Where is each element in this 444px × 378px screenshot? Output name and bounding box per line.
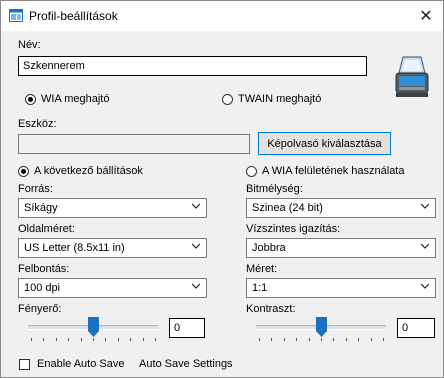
slider-tick: [333, 338, 334, 341]
wia-driver-radio[interactable]: WIA meghajtó: [25, 93, 109, 105]
auto-save-settings-link[interactable]: Auto Save Settings: [139, 358, 233, 370]
slider-tick: [93, 338, 94, 341]
window-settings-icon: [9, 9, 23, 22]
slider-tick: [358, 338, 359, 341]
resolution-dropdown[interactable]: 100 dpi: [18, 278, 207, 298]
slider-tick: [105, 338, 106, 341]
chevron-down-icon: [192, 283, 200, 289]
slider-tick: [130, 338, 131, 341]
slider-tick: [56, 338, 57, 341]
twain-radio-dot: [222, 93, 233, 105]
name-input[interactable]: [18, 56, 367, 76]
auto-save-checkbox[interactable]: [19, 359, 30, 370]
brightness-slider[interactable]: [28, 317, 158, 341]
source-dropdown[interactable]: Síkágy: [18, 198, 207, 218]
title-bar: Profil-beállítások ✕: [1, 1, 443, 31]
slider-tick: [309, 338, 310, 341]
profile-settings-window: Profil-beállítások ✕ Név: WIA meghajtó T…: [0, 0, 444, 378]
brightness-label: Fényerő:: [18, 303, 62, 315]
name-label: Név:: [18, 39, 41, 51]
close-button[interactable]: ✕: [409, 1, 443, 31]
brightness-thumb[interactable]: [88, 317, 99, 337]
custom-settings-radio[interactable]: A következő bállítások: [18, 165, 143, 177]
source-label: Forrás:: [18, 183, 53, 195]
wia-radio-dot: [25, 93, 36, 105]
slider-tick: [259, 338, 260, 341]
chevron-down-icon: [421, 243, 429, 249]
slider-tick: [143, 338, 144, 341]
resolution-label: Felbontás:: [18, 263, 70, 275]
slider-tick: [321, 338, 322, 341]
chevron-down-icon: [421, 203, 429, 209]
slider-tick: [81, 338, 82, 341]
slider-tick: [296, 338, 297, 341]
close-icon: ✕: [419, 8, 433, 25]
slider-tick: [284, 338, 285, 341]
contrast-slider[interactable]: [256, 317, 386, 341]
twain-driver-radio[interactable]: TWAIN meghajtó: [222, 93, 321, 105]
contrast-label: Kontraszt:: [246, 303, 296, 315]
auto-save-label[interactable]: Enable Auto Save: [37, 358, 124, 370]
bit-depth-label: Bitmélység:: [246, 183, 303, 195]
slider-tick: [155, 338, 156, 341]
window-title: Profil-beállítások: [29, 9, 118, 23]
slider-tick: [31, 338, 32, 341]
scale-dropdown[interactable]: 1:1: [246, 278, 436, 298]
device-field[interactable]: [18, 134, 250, 154]
h-align-dropdown[interactable]: Jobbra: [246, 238, 436, 258]
wia-ui-radio[interactable]: A WIA felületének használata: [246, 165, 404, 177]
contrast-input[interactable]: [397, 318, 435, 338]
page-size-label: Oldalméret:: [18, 223, 75, 235]
bit-depth-dropdown[interactable]: Szinea (24 bit): [246, 198, 436, 218]
slider-tick: [43, 338, 44, 341]
chevron-down-icon: [192, 243, 200, 249]
slider-tick: [383, 338, 384, 341]
scanner-icon: [395, 56, 429, 97]
slider-tick: [371, 338, 372, 341]
slider-tick: [68, 338, 69, 341]
wia-ui-radio-dot: [246, 165, 257, 177]
h-align-label: Vízszintes igazítás:: [246, 223, 341, 235]
brightness-input[interactable]: [169, 318, 205, 338]
scale-label: Méret:: [246, 263, 278, 275]
custom-radio-dot: [18, 165, 29, 177]
chevron-down-icon: [421, 283, 429, 289]
device-label: Eszköz:: [18, 118, 57, 130]
contrast-thumb[interactable]: [316, 317, 327, 337]
page-size-dropdown[interactable]: US Letter (8.5x11 in): [18, 238, 207, 258]
select-scanner-button[interactable]: Képolvasó kiválasztása: [258, 132, 391, 155]
slider-tick: [271, 338, 272, 341]
slider-tick: [346, 338, 347, 341]
chevron-down-icon: [192, 203, 200, 209]
slider-tick: [118, 338, 119, 341]
